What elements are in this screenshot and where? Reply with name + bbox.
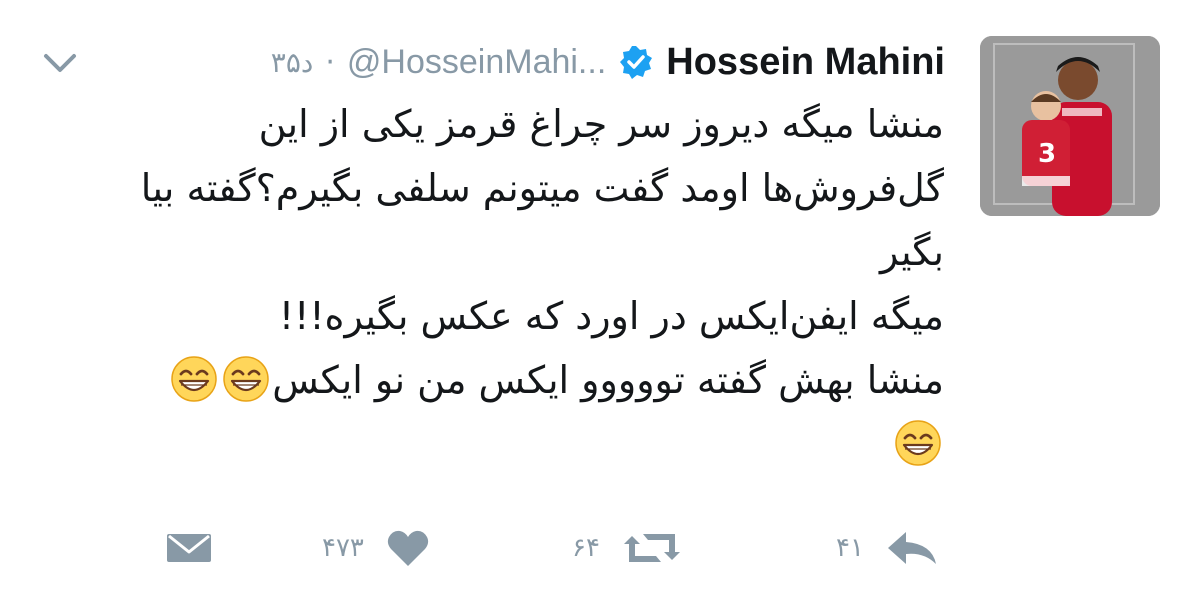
tweet-text: منشا میگه دیروز سر چراغ قرمز یکی از این … xyxy=(54,92,944,476)
tweet-text-line-4: میگه ایفن‌ایکس در اورد که عکس بگیره!!! xyxy=(278,294,944,338)
chevron-down-icon[interactable] xyxy=(40,48,80,76)
verified-badge-icon xyxy=(620,46,653,79)
tweet-text-line-6 xyxy=(54,412,944,476)
separator-dot: · xyxy=(325,44,335,80)
user-handle[interactable]: @HosseinMahi... xyxy=(347,43,606,82)
tweet-text-line-5-text: منشا بهش گفته تووووو ایکس من نو ایکس xyxy=(272,358,944,402)
tweet-text-line-2: گل‌فروش‌ها اومد گفت میتونم سلفی بگیرم؟گف… xyxy=(140,166,944,210)
heart-icon[interactable] xyxy=(386,528,430,568)
tweet-time[interactable]: ۳۵د xyxy=(271,46,314,79)
jersey-number: 3 xyxy=(1038,139,1056,169)
like-action[interactable]: ۴۷۳ xyxy=(322,520,430,576)
tweet-text-line-3: بگیر xyxy=(880,230,944,274)
avatar-photo: 3 xyxy=(980,36,1160,216)
top-strip xyxy=(0,0,1200,8)
display-name[interactable]: Hossein Mahini xyxy=(666,41,945,84)
direct-message-icon[interactable] xyxy=(164,528,214,568)
tweet-text-line-5: منشا بهش گفته تووووو ایکس من نو ایکس xyxy=(54,348,944,412)
tweet-header: ۳۵د · @HosseinMahi... Hossein Mahini xyxy=(271,40,945,84)
grinning-face-with-smiling-eyes-icon xyxy=(895,420,941,466)
retweet-icon[interactable] xyxy=(622,528,682,568)
dm-action[interactable] xyxy=(164,520,214,576)
avatar[interactable]: 3 xyxy=(980,36,1160,216)
reply-count: ۴۱ xyxy=(836,533,864,563)
like-count: ۴۷۳ xyxy=(322,533,364,563)
tweet-actions: ۴۷۳ ۶۴ ۴۱ xyxy=(0,520,1200,576)
grinning-face-with-smiling-eyes-icon xyxy=(223,356,269,402)
retweet-count: ۶۴ xyxy=(572,533,600,563)
tweet-text-line-1: منشا میگه دیروز سر چراغ قرمز یکی از این xyxy=(258,102,944,146)
reply-icon[interactable] xyxy=(886,528,938,568)
retweet-action[interactable]: ۶۴ xyxy=(572,520,682,576)
reply-action[interactable]: ۴۱ xyxy=(836,520,938,576)
grinning-face-with-smiling-eyes-icon xyxy=(171,356,217,402)
